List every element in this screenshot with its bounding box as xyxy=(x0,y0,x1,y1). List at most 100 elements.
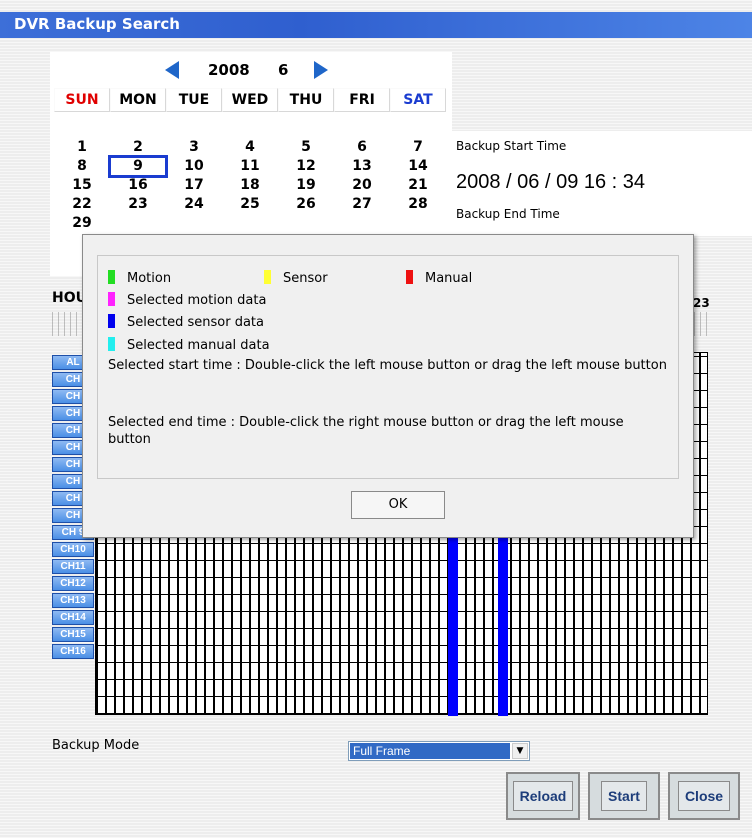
calendar-day[interactable]: 29 xyxy=(54,214,110,233)
calendar-day[interactable]: 19 xyxy=(278,176,334,195)
calendar-day[interactable]: 12 xyxy=(278,157,334,176)
calendar-day-empty xyxy=(222,214,278,233)
calendar-day[interactable]: 27 xyxy=(334,195,390,214)
legend-selected-manual-label: Selected manual data xyxy=(127,338,270,353)
channel-button[interactable]: CH16 xyxy=(52,644,94,659)
calendar-day[interactable]: 8 xyxy=(54,157,110,176)
legend-dialog: Motion Sensor Manual Selected motion dat… xyxy=(82,234,694,538)
calendar-day[interactable]: 9 xyxy=(108,155,168,178)
calendar-day[interactable]: 6 xyxy=(334,138,390,157)
legend-panel: Motion Sensor Manual Selected motion dat… xyxy=(97,255,679,479)
legend-item-selected-sensor: Selected sensor data xyxy=(108,314,264,330)
manual-swatch-icon xyxy=(406,270,413,284)
start-time-instruction: Selected start time : Double-click the l… xyxy=(108,358,667,373)
chevron-down-icon[interactable]: ▼ xyxy=(512,743,528,759)
calendar-month: 6 xyxy=(278,61,289,79)
close-button[interactable]: Close xyxy=(668,772,740,820)
calendar-day[interactable]: 20 xyxy=(334,176,390,195)
prev-month-arrow-icon[interactable] xyxy=(165,61,179,79)
calendar-day[interactable]: 16 xyxy=(110,176,166,195)
legend-selected-sensor-label: Selected sensor data xyxy=(127,315,264,330)
calendar-day[interactable]: 13 xyxy=(334,157,390,176)
motion-swatch-icon xyxy=(108,270,115,284)
calendar-week: 8 9 10 11 12 13 14 xyxy=(54,155,450,178)
weekday-tue: TUE xyxy=(166,88,222,112)
selected-sensor-swatch-icon xyxy=(108,314,115,328)
calendar-day[interactable]: 18 xyxy=(222,176,278,195)
calendar-days: 1 2 3 4 5 6 7 8 9 10 11 12 13 14 15 16 17 18 19 20 21 22 23 24 2… xyxy=(54,138,450,233)
legend-item-selected-motion: Selected motion data xyxy=(108,292,266,308)
title-bar[interactable]: DVR Backup Search xyxy=(0,12,752,38)
calendar-day[interactable]: 5 xyxy=(278,138,334,157)
backup-mode-select[interactable]: Full Frame ▼ xyxy=(348,741,530,761)
channel-button[interactable]: CH10 xyxy=(52,542,94,557)
calendar-day[interactable]: 7 xyxy=(390,138,446,157)
legend-item-manual: Manual xyxy=(406,270,472,286)
weekday-sat: SAT xyxy=(390,88,446,112)
calendar-day[interactable]: 1 xyxy=(54,138,110,157)
backup-start-time-value: 2008 / 06 / 09 16 : 34 xyxy=(456,171,646,193)
weekday-header: SUN MON TUE WED THU FRI SAT xyxy=(54,88,450,112)
selected-manual-swatch-icon xyxy=(108,337,115,351)
ok-button[interactable]: OK xyxy=(351,491,445,519)
calendar-week: 29 xyxy=(54,214,450,233)
channel-button[interactable]: CH15 xyxy=(52,627,94,642)
calendar-day-empty xyxy=(334,214,390,233)
start-button-label: Start xyxy=(601,781,647,811)
weekday-wed: WED xyxy=(222,88,278,112)
calendar-day[interactable]: 4 xyxy=(222,138,278,157)
legend-item-motion: Motion xyxy=(108,270,171,286)
reload-button-label: Reload xyxy=(512,781,574,811)
close-button-label: Close xyxy=(677,781,731,811)
calendar-day[interactable]: 14 xyxy=(390,157,446,176)
calendar-week: 15 16 17 18 19 20 21 xyxy=(54,176,450,195)
calendar-day-empty xyxy=(278,214,334,233)
calendar-week: 1234567 xyxy=(54,138,450,157)
calendar-day[interactable]: 24 xyxy=(166,195,222,214)
calendar-day[interactable]: 3 xyxy=(166,138,222,157)
channel-button[interactable]: CH14 xyxy=(52,610,94,625)
backup-mode-label: Backup Mode xyxy=(52,738,140,753)
weekday-fri: FRI xyxy=(334,88,390,112)
weekday-sun: SUN xyxy=(54,88,110,112)
channel-button[interactable]: CH13 xyxy=(52,593,94,608)
calendar-day[interactable]: 2 xyxy=(110,138,166,157)
calendar-day[interactable]: 26 xyxy=(278,195,334,214)
calendar-day-empty xyxy=(390,214,446,233)
legend-item-selected-manual: Selected manual data xyxy=(108,337,270,353)
legend-sensor-label: Sensor xyxy=(283,271,328,286)
reload-button[interactable]: Reload xyxy=(506,772,580,820)
calendar-day[interactable]: 23 xyxy=(110,195,166,214)
channel-button[interactable]: CH11 xyxy=(52,559,94,574)
backup-start-time-label: Backup Start Time xyxy=(456,139,567,153)
channel-button[interactable]: CH12 xyxy=(52,576,94,591)
backup-time-panel: Backup Start Time 2008 / 06 / 09 16 : 34… xyxy=(452,131,752,236)
calendar-day[interactable]: 22 xyxy=(54,195,110,214)
weekday-mon: MON xyxy=(110,88,166,112)
calendar-day-empty xyxy=(110,214,166,233)
calendar-day[interactable]: 10 xyxy=(166,157,222,176)
backup-end-time-label: Backup End Time xyxy=(456,207,560,221)
selected-motion-swatch-icon xyxy=(108,292,115,306)
hour-end-label: 23 xyxy=(693,296,710,310)
sensor-swatch-icon xyxy=(264,270,271,284)
end-time-instruction: Selected end time : Double-click the rig… xyxy=(108,415,624,447)
legend-manual-label: Manual xyxy=(425,271,473,286)
calendar-week: 22 23 24 25 26 27 28 xyxy=(54,195,450,214)
dvr-backup-search-window: DVR Backup Search 2008 6 SUN MON TUE WED… xyxy=(0,0,752,838)
calendar-day[interactable]: 28 xyxy=(390,195,446,214)
next-month-arrow-icon[interactable] xyxy=(314,61,328,79)
start-button[interactable]: Start xyxy=(588,772,660,820)
calendar-nav: 2008 6 xyxy=(50,58,452,79)
calendar-day[interactable]: 15 xyxy=(54,176,110,195)
calendar-day[interactable]: 25 xyxy=(222,195,278,214)
calendar-year: 2008 xyxy=(208,61,250,79)
calendar-day[interactable]: 11 xyxy=(222,157,278,176)
backup-mode-value: Full Frame xyxy=(350,743,510,759)
legend-selected-motion-label: Selected motion data xyxy=(127,293,267,308)
window-title: DVR Backup Search xyxy=(14,15,180,33)
legend-item-sensor: Sensor xyxy=(264,270,328,286)
calendar-day-empty xyxy=(166,214,222,233)
calendar-day[interactable]: 17 xyxy=(166,176,222,195)
calendar-day[interactable]: 21 xyxy=(390,176,446,195)
